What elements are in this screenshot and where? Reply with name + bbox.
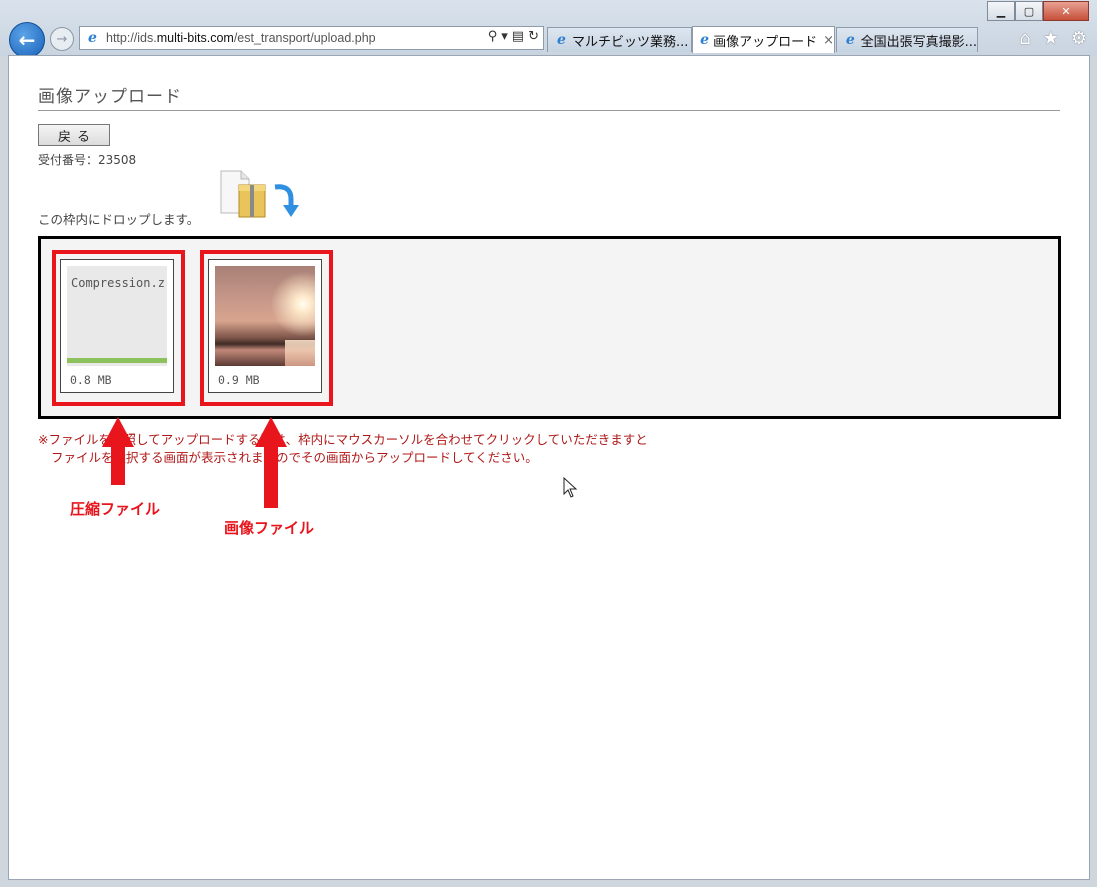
tab-label: マルチビッツ業務... bbox=[572, 34, 689, 50]
tab-3[interactable]: e 全国出張写真撮影... bbox=[836, 27, 978, 52]
forward-arrow-icon[interactable]: → bbox=[50, 27, 74, 51]
file-size: 0.8 MB bbox=[70, 373, 112, 387]
ie-logo-icon: e bbox=[845, 32, 855, 48]
back-button[interactable]: 戻る bbox=[38, 124, 110, 146]
toolbar-right: ⌂ ★ ⚙ bbox=[1019, 28, 1087, 49]
annotation-arrow-zip bbox=[100, 417, 136, 485]
gear-icon[interactable]: ⚙ bbox=[1071, 28, 1087, 49]
file-card-image[interactable]: 0.9 MB bbox=[208, 259, 322, 393]
annotation-arrow-image bbox=[253, 417, 289, 508]
browser-chrome: ▁ ▢ ✕ ← → e http://ids.multi-bits.com/es… bbox=[0, 0, 1097, 58]
maximize-button[interactable]: ▢ bbox=[1015, 1, 1043, 21]
ie-logo-icon: e bbox=[557, 32, 566, 48]
compat-view-icon[interactable]: ▤ bbox=[512, 29, 524, 44]
file-card-zip[interactable]: Compression.z 0.8 MB bbox=[60, 259, 174, 393]
tab-1[interactable]: e マルチビッツ業務... bbox=[547, 27, 692, 52]
drop-files-icon bbox=[220, 170, 299, 218]
annotation-label-image: 画像ファイル bbox=[224, 519, 315, 537]
home-icon[interactable]: ⌂ bbox=[1019, 28, 1030, 49]
back-arrow-icon[interactable]: ← bbox=[9, 22, 45, 58]
tab-label: 全国出張写真撮影... bbox=[860, 34, 977, 50]
drop-zone[interactable]: Compression.z 0.8 MB 0.9 MB bbox=[38, 236, 1061, 419]
file-name: Compression.z bbox=[71, 276, 165, 290]
page-content: 画像アップロード 戻る 受付番号：23508 この枠内にドロップします。 Com… bbox=[8, 55, 1090, 880]
refresh-icon[interactable]: ↻ bbox=[528, 29, 539, 44]
mouse-cursor-icon bbox=[563, 477, 578, 498]
sunset-photo-thumbnail bbox=[215, 266, 315, 366]
ie-logo-icon: e bbox=[88, 30, 97, 46]
window-controls: ▁ ▢ ✕ bbox=[987, 1, 1089, 21]
address-tools: ⚲ ▾ ▤ ↻ bbox=[488, 29, 539, 44]
drop-hint: この枠内にドロップします。 bbox=[38, 212, 200, 227]
tab-2[interactable]: e 画像アップロード × bbox=[692, 26, 835, 53]
close-tab-icon[interactable]: × bbox=[823, 33, 834, 48]
file-size: 0.9 MB bbox=[218, 373, 260, 387]
title-divider bbox=[38, 110, 1060, 111]
minimize-button[interactable]: ▁ bbox=[987, 1, 1015, 21]
search-icon[interactable]: ⚲ bbox=[488, 29, 498, 44]
ie-logo-icon: e bbox=[700, 32, 709, 48]
close-window-button[interactable]: ✕ bbox=[1043, 1, 1089, 21]
favorites-star-icon[interactable]: ★ bbox=[1043, 28, 1059, 49]
dropdown-icon[interactable]: ▾ bbox=[501, 29, 508, 44]
page-title: 画像アップロード bbox=[38, 87, 182, 107]
address-bar[interactable]: e http://ids.multi-bits.com/est_transpor… bbox=[79, 26, 544, 50]
receipt-number: 受付番号：23508 bbox=[38, 153, 137, 167]
tab-label: 画像アップロード bbox=[713, 34, 818, 50]
annotation-label-zip: 圧縮ファイル bbox=[70, 500, 161, 518]
address-url: http://ids.multi-bits.com/est_transport/… bbox=[106, 31, 376, 45]
upload-progress-bar bbox=[67, 358, 167, 363]
